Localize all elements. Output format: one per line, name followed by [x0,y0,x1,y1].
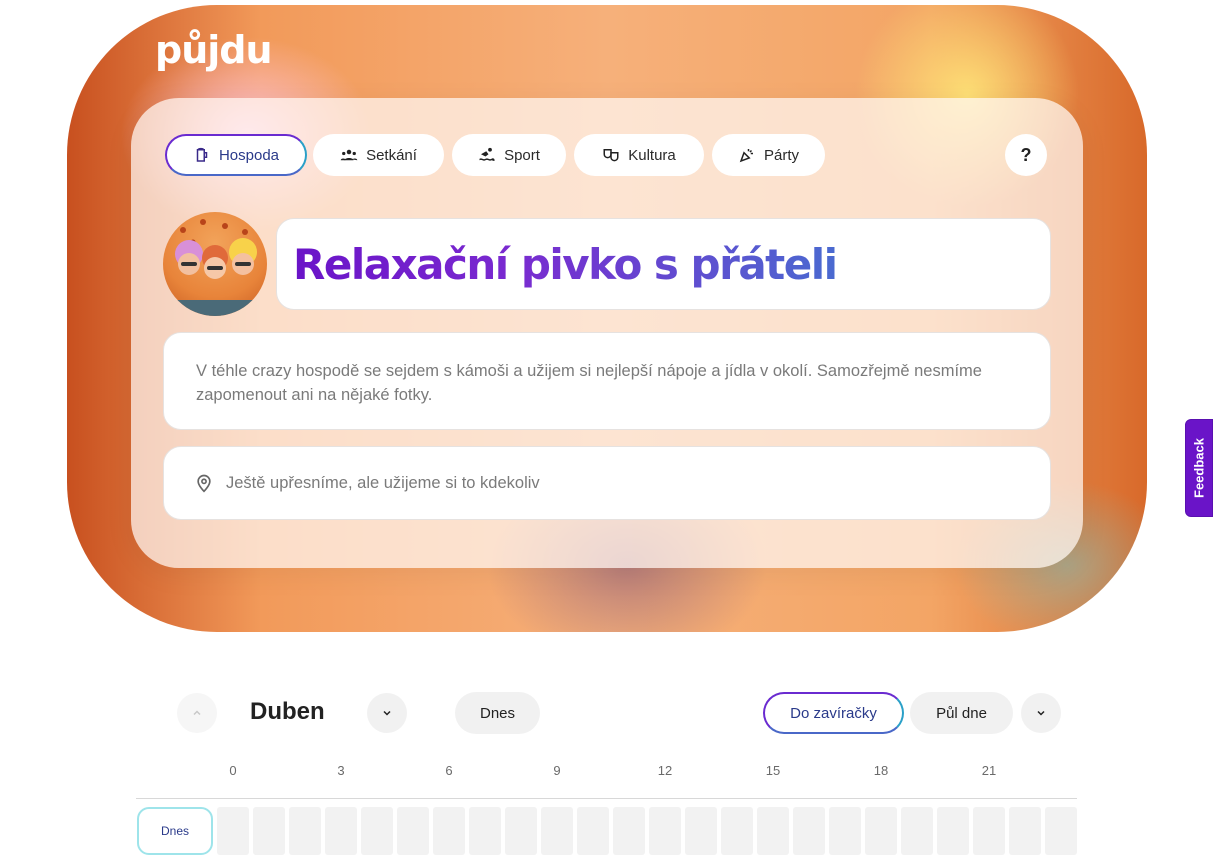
time-slot[interactable] [829,807,861,855]
time-slot[interactable] [937,807,969,855]
time-slot[interactable] [361,807,393,855]
chevron-up-icon [193,710,201,716]
tab-sport[interactable]: Sport [452,134,566,176]
today-button[interactable]: Dnes [455,692,540,734]
tab-setkani[interactable]: Setkání [313,134,444,176]
theater-masks-icon [603,149,619,162]
location-pin-icon [197,474,211,493]
hour-label: 3 [337,763,345,778]
event-title-field[interactable]: Relaxační pivko s přáteli [276,218,1051,310]
logo[interactable]: půjdu [155,28,273,72]
hour-label: 18 [873,763,889,778]
time-slot[interactable] [433,807,465,855]
timeline-divider [136,798,1077,799]
event-title: Relaxační pivko s přáteli [293,239,838,289]
hour-label: 15 [765,763,781,778]
chevron-down-icon [383,710,391,716]
beer-mug-icon [196,147,208,162]
event-location: Ještě upřesníme, ale užijeme si to kdeko… [226,473,540,492]
tab-label: Sport [504,146,540,164]
party-popper-icon [739,149,753,163]
hour-label: 21 [981,763,997,778]
time-slot[interactable] [1045,807,1077,855]
event-avatar[interactable] [163,212,267,316]
time-slot[interactable] [721,807,753,855]
time-slot[interactable] [685,807,717,855]
feedback-label: Feedback [1191,438,1207,498]
group-icon [340,149,358,161]
avatar-illustration [163,219,267,316]
time-slot[interactable] [901,807,933,855]
prev-month-button[interactable] [177,693,217,733]
event-description-field[interactable]: V téhle crazy hospodě se sejdem s kámoši… [163,332,1051,430]
time-slot[interactable] [613,807,645,855]
hour-label: 0 [229,763,237,778]
time-slot[interactable] [577,807,609,855]
month-dropdown-button[interactable] [367,693,407,733]
tab-label: Hospoda [218,146,280,164]
hour-label: 9 [553,763,561,778]
time-slot[interactable] [289,807,321,855]
tab-party[interactable]: Párty [712,134,825,176]
time-slot[interactable] [325,807,357,855]
tab-kultura[interactable]: Kultura [574,134,704,176]
until-close-button[interactable]: Do zavíračky [763,692,904,734]
time-slot[interactable] [865,807,897,855]
hour-label: 6 [445,763,453,778]
swimmer-icon [479,147,495,161]
tab-label: Setkání [366,146,417,164]
time-slot[interactable] [253,807,285,855]
chevron-down-icon [1037,710,1045,716]
day-row-label[interactable]: Dnes [137,807,213,855]
time-slot[interactable] [397,807,429,855]
month-label: Duben [250,698,325,725]
time-slot[interactable] [973,807,1005,855]
hour-label: 12 [657,763,673,778]
feedback-tab[interactable]: Feedback [1185,419,1213,517]
event-location-field[interactable]: Ještě upřesníme, ale užijeme si to kdeko… [163,446,1051,520]
help-button[interactable]: ? [1005,134,1047,176]
time-slot[interactable] [217,807,249,855]
half-day-button[interactable]: Půl dne [910,692,1013,734]
tab-label: Párty [763,146,799,164]
time-slot[interactable] [505,807,537,855]
duration-dropdown-button[interactable] [1021,693,1061,733]
time-slot[interactable] [1009,807,1041,855]
time-slot[interactable] [469,807,501,855]
event-description: V téhle crazy hospodě se sejdem s kámoši… [196,362,982,404]
tab-label: Kultura [628,146,676,164]
tab-hospoda[interactable]: Hospoda [165,134,307,176]
time-slot[interactable] [649,807,681,855]
time-slot[interactable] [793,807,825,855]
time-slot[interactable] [757,807,789,855]
time-slot[interactable] [541,807,573,855]
